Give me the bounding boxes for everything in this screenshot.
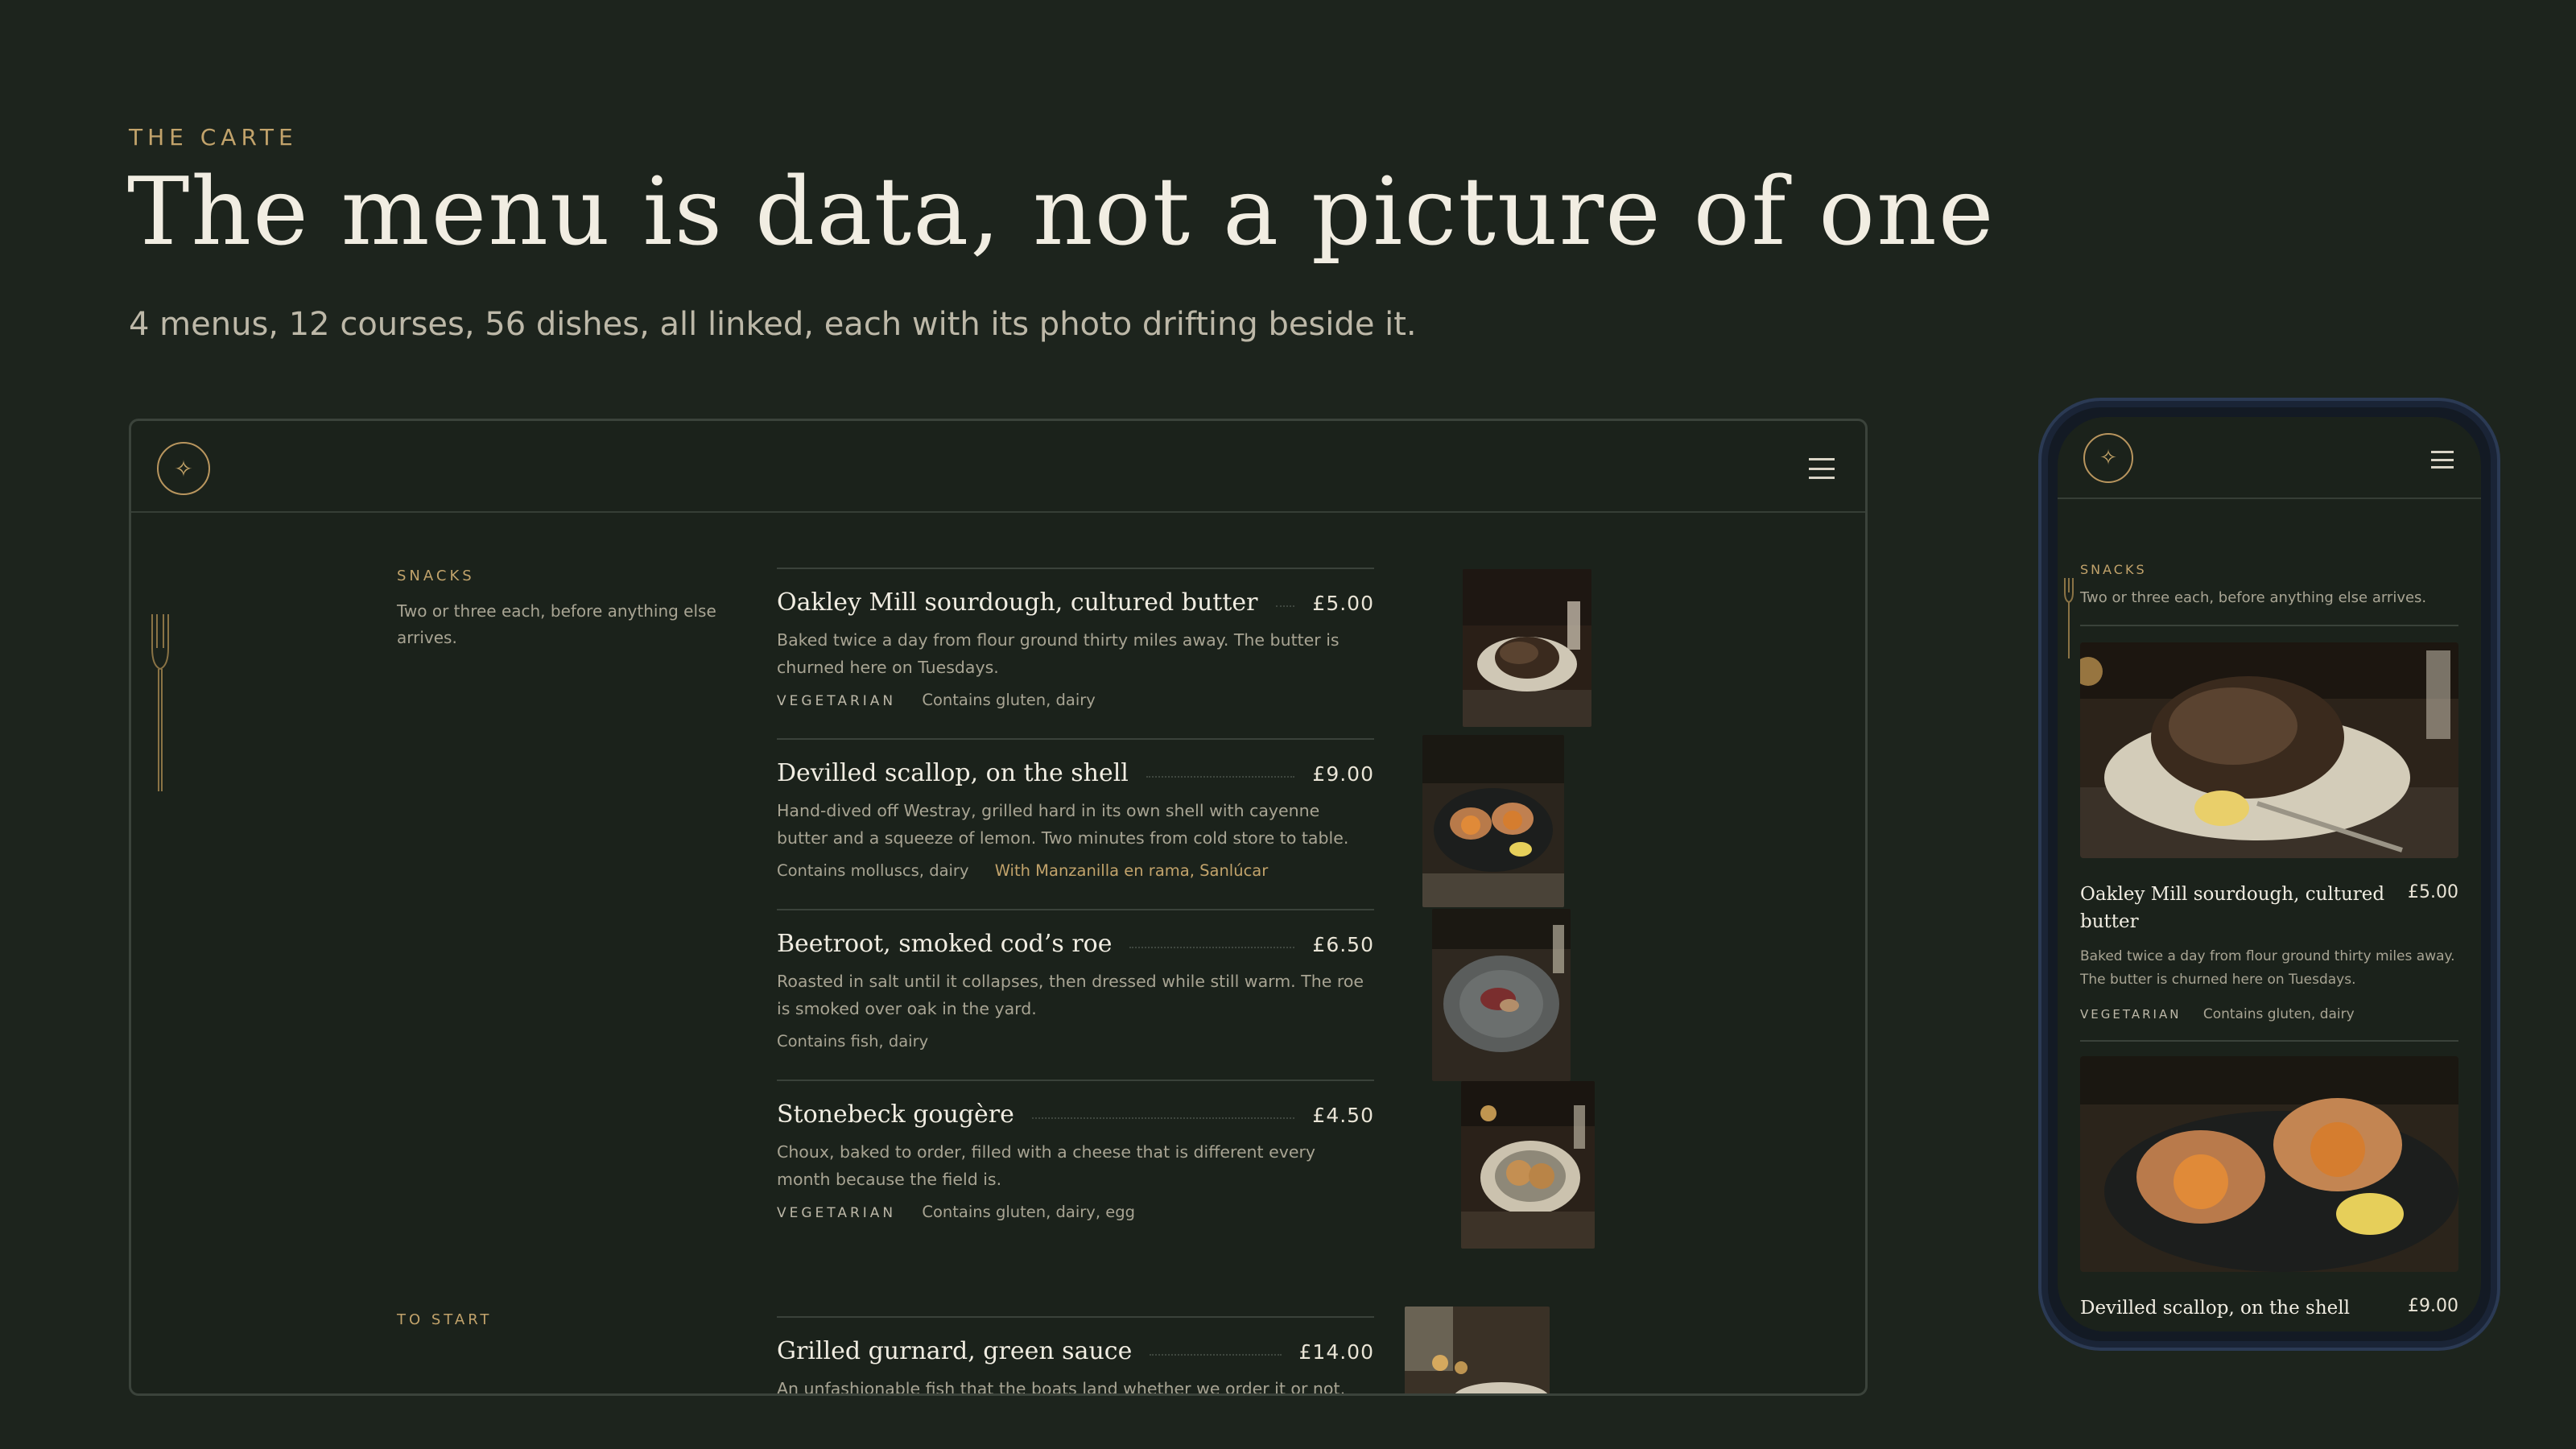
dish-item[interactable]: Grilled gurnard, green sauce £14.00 An u… (777, 1316, 1374, 1396)
dish-photo-sourdough (1463, 569, 1591, 727)
dietary-tag: VEGETARIAN (2080, 1007, 2182, 1022)
hero-eyebrow: THE CARTE (129, 124, 298, 151)
dish-description: Baked twice a day from flour ground thir… (777, 630, 1340, 677)
dish-item[interactable]: Beetroot, smoked cod’s roe £6.50 Roasted… (777, 909, 1374, 1051)
dotted-leader (1129, 947, 1295, 948)
mobile-preview: ✧ SNACKS Two or three each, before anyth… (2041, 401, 2497, 1348)
allergen-info: Contains fish, dairy (777, 1032, 929, 1051)
fork-icon (151, 614, 169, 791)
mobile-header: ✧ (2058, 417, 2481, 499)
dish-description: Roasted in salt until it collapses, then… (777, 972, 1364, 1018)
allergen-info: Contains gluten, dairy, egg (922, 1203, 1135, 1221)
dotted-leader (1031, 1117, 1295, 1119)
site-header: ✧ (131, 421, 1865, 513)
dish-description: An unfashionable fish that the boats lan… (777, 1379, 1345, 1396)
hamburger-menu-icon[interactable] (1809, 458, 1835, 479)
dish-photo-scallop (1422, 735, 1564, 907)
dish-tags: VEGETARIAN Contains gluten, dairy (2080, 1006, 2355, 1022)
allergen-info: Contains gluten, dairy (922, 691, 1096, 709)
dish-name[interactable]: Devilled scallop, on the shell (2080, 1294, 2386, 1322)
dish-photo-gougere (1461, 1081, 1595, 1249)
dish-price: £5.00 (1312, 592, 1374, 615)
dish-name: Grilled gurnard, green sauce (777, 1337, 1133, 1365)
dish-price: £6.50 (1312, 933, 1374, 956)
dish-price: £9.00 (2408, 1296, 2458, 1316)
course-label: SNACKS (397, 568, 475, 584)
dotted-leader (1275, 605, 1295, 607)
dish-name: Stonebeck gougère (777, 1100, 1014, 1129)
dish-name: Devilled scallop, on the shell (777, 759, 1129, 787)
dish-price: £14.00 (1298, 1340, 1374, 1364)
dish-price: £9.00 (1312, 762, 1374, 786)
dish-tags: VEGETARIAN Contains gluten, dairy, egg (777, 1203, 1374, 1221)
dish-photo-scallop (2080, 1056, 2458, 1272)
allergen-info: Contains gluten, dairy (2202, 1006, 2355, 1022)
sparkle-logo-icon[interactable]: ✧ (2083, 433, 2133, 483)
desktop-preview: ✧ SNACKS Two or three each, before anyth… (129, 419, 1868, 1396)
dish-name: Oakley Mill sourdough, cultured butter (777, 588, 1258, 617)
divider (2080, 625, 2458, 626)
course-label: TO START (397, 1311, 493, 1328)
dotted-leader (1150, 1354, 1282, 1356)
wine-pairing[interactable]: With Manzanilla en rama, Sanlúcar (995, 861, 1269, 880)
dish-description: Choux, baked to order, filled with a che… (777, 1142, 1316, 1189)
dish-description: Baked twice a day from flour ground thir… (2080, 948, 2455, 988)
dotted-leader (1146, 776, 1295, 778)
dish-photo-sourdough (2080, 642, 2458, 858)
allergen-info: Contains molluscs, dairy (777, 861, 969, 880)
course-note: Two or three each, before anything else … (2080, 589, 2427, 606)
dish-tags: Contains molluscs, dairy With Manzanilla… (777, 861, 1374, 880)
course-note: Two or three each, before anything else … (397, 601, 716, 647)
dish-photo-beetroot (1432, 909, 1571, 1081)
dietary-tag: VEGETARIAN (777, 693, 897, 709)
dish-description: Hand-dived off Westray, grilled hard in … (777, 801, 1349, 848)
page: THE CARTE The menu is data, not a pictur… (0, 0, 2576, 1449)
divider (2080, 1040, 2458, 1042)
sparkle-logo-icon[interactable]: ✧ (157, 442, 210, 495)
dish-item[interactable]: Oakley Mill sourdough, cultured butter £… (777, 568, 1374, 709)
dietary-tag: VEGETARIAN (777, 1205, 897, 1221)
hamburger-menu-icon[interactable] (2431, 451, 2454, 469)
course-label: SNACKS (2080, 562, 2147, 577)
fork-icon (2064, 578, 2074, 658)
dish-photo-gurnard (1405, 1307, 1550, 1393)
hero-title: The menu is data, not a picture of one (127, 158, 1996, 266)
dish-tags: VEGETARIAN Contains gluten, dairy (777, 691, 1374, 709)
dish-price: £4.50 (1312, 1104, 1374, 1127)
dish-name: Beetroot, smoked cod’s roe (777, 930, 1113, 958)
phone-screen: ✧ SNACKS Two or three each, before anyth… (2058, 417, 2481, 1331)
hero-subtitle: 4 menus, 12 courses, 56 dishes, all link… (129, 306, 1417, 343)
dish-tags: Contains fish, dairy (777, 1032, 1374, 1051)
dish-price: £5.00 (2408, 882, 2458, 902)
dish-item[interactable]: Stonebeck gougère £4.50 Choux, baked to … (777, 1080, 1374, 1221)
dish-name[interactable]: Oakley Mill sourdough, cultured butter (2080, 881, 2386, 935)
dish-item[interactable]: Devilled scallop, on the shell £9.00 Han… (777, 738, 1374, 880)
